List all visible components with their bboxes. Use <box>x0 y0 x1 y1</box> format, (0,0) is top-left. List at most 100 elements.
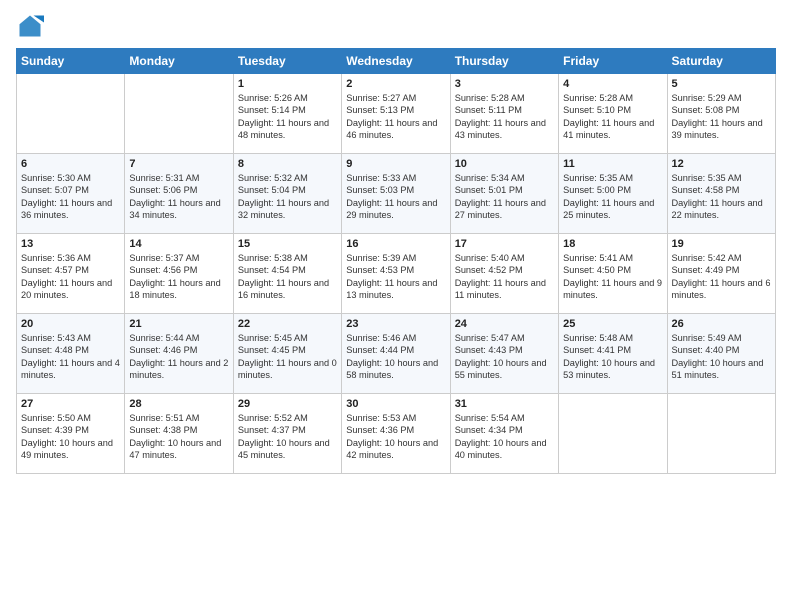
header <box>16 12 776 40</box>
day-header-friday: Friday <box>559 49 667 74</box>
day-number: 8 <box>238 158 337 170</box>
day-number: 5 <box>672 78 771 90</box>
day-info: Sunrise: 5:31 AM Sunset: 5:06 PM Dayligh… <box>129 172 228 222</box>
day-number: 10 <box>455 158 554 170</box>
calendar-cell: 30 Sunrise: 5:53 AM Sunset: 4:36 PM Dayli… <box>342 394 450 474</box>
day-number: 12 <box>672 158 771 170</box>
calendar-cell: 4 Sunrise: 5:28 AM Sunset: 5:10 PM Daylig… <box>559 74 667 154</box>
day-number: 3 <box>455 78 554 90</box>
calendar-cell: 14 Sunrise: 5:37 AM Sunset: 4:56 PM Dayli… <box>125 234 233 314</box>
day-number: 28 <box>129 398 228 410</box>
day-header-saturday: Saturday <box>667 49 775 74</box>
calendar-cell: 22 Sunrise: 5:45 AM Sunset: 4:45 PM Dayli… <box>233 314 341 394</box>
calendar-cell: 29Sunrise: 5:52 AM Sunset: 4:37 PM Dayli… <box>233 394 341 474</box>
calendar-cell: 2Sunrise: 5:27 AM Sunset: 5:13 PM Daylig… <box>342 74 450 154</box>
week-row-2: 6Sunrise: 5:30 AM Sunset: 5:07 PM Daylig… <box>17 154 776 234</box>
day-header-wednesday: Wednesday <box>342 49 450 74</box>
logo-icon <box>16 12 44 40</box>
day-info: Sunrise: 5:47 AM Sunset: 4:43 PM Dayligh… <box>455 332 554 382</box>
calendar-cell: 7 Sunrise: 5:31 AM Sunset: 5:06 PM Daylig… <box>125 154 233 234</box>
day-number: 17 <box>455 238 554 250</box>
day-number: 6 <box>21 158 120 170</box>
day-info: Sunrise: 5:48 AM Sunset: 4:41 PM Dayligh… <box>563 332 662 382</box>
day-info: Sunrise: 5:46 AM Sunset: 4:44 PM Dayligh… <box>346 332 445 382</box>
calendar-cell: 10 Sunrise: 5:34 AM Sunset: 5:01 PM Dayli… <box>450 154 558 234</box>
calendar-cell <box>125 74 233 154</box>
day-header-monday: Monday <box>125 49 233 74</box>
calendar-cell: 17 Sunrise: 5:40 AM Sunset: 4:52 PM Dayli… <box>450 234 558 314</box>
calendar-cell: 12 Sunrise: 5:35 AM Sunset: 4:58 PM Dayli… <box>667 154 775 234</box>
day-number: 23 <box>346 318 445 330</box>
day-number: 14 <box>129 238 228 250</box>
day-info: Sunrise: 5:51 AM Sunset: 4:38 PM Dayligh… <box>129 412 228 462</box>
page: SundayMondayTuesdayWednesdayThursdayFrid… <box>0 0 792 612</box>
calendar-cell <box>667 394 775 474</box>
day-info: Sunrise: 5:40 AM Sunset: 4:52 PM Dayligh… <box>455 252 554 302</box>
day-header-thursday: Thursday <box>450 49 558 74</box>
day-number: 27 <box>21 398 120 410</box>
header-row: SundayMondayTuesdayWednesdayThursdayFrid… <box>17 49 776 74</box>
calendar-cell: 26 Sunrise: 5:49 AM Sunset: 4:40 PM Dayli… <box>667 314 775 394</box>
week-row-5: 27 Sunrise: 5:50 AM Sunset: 4:39 PM Dayli… <box>17 394 776 474</box>
calendar-cell: 13Sunrise: 5:36 AM Sunset: 4:57 PM Dayli… <box>17 234 125 314</box>
day-number: 13 <box>21 238 120 250</box>
day-number: 19 <box>672 238 771 250</box>
calendar-cell: 27 Sunrise: 5:50 AM Sunset: 4:39 PM Dayli… <box>17 394 125 474</box>
day-info: Sunrise: 5:45 AM Sunset: 4:45 PM Dayligh… <box>238 332 337 382</box>
day-number: 29 <box>238 398 337 410</box>
day-info: Sunrise: 5:34 AM Sunset: 5:01 PM Dayligh… <box>455 172 554 222</box>
day-info: Sunrise: 5:35 AM Sunset: 4:58 PM Dayligh… <box>672 172 771 222</box>
calendar-cell: 25Sunrise: 5:48 AM Sunset: 4:41 PM Dayli… <box>559 314 667 394</box>
day-number: 9 <box>346 158 445 170</box>
day-info: Sunrise: 5:39 AM Sunset: 4:53 PM Dayligh… <box>346 252 445 302</box>
calendar-cell: 1Sunrise: 5:26 AM Sunset: 5:14 PM Daylig… <box>233 74 341 154</box>
day-number: 21 <box>129 318 228 330</box>
calendar-table: SundayMondayTuesdayWednesdayThursdayFrid… <box>16 48 776 474</box>
day-info: Sunrise: 5:28 AM Sunset: 5:10 PM Dayligh… <box>563 92 662 142</box>
day-info: Sunrise: 5:35 AM Sunset: 5:00 PM Dayligh… <box>563 172 662 222</box>
day-number: 24 <box>455 318 554 330</box>
calendar-cell: 18 Sunrise: 5:41 AM Sunset: 4:50 PM Dayli… <box>559 234 667 314</box>
day-number: 15 <box>238 238 337 250</box>
day-info: Sunrise: 5:53 AM Sunset: 4:36 PM Dayligh… <box>346 412 445 462</box>
week-row-1: 1Sunrise: 5:26 AM Sunset: 5:14 PM Daylig… <box>17 74 776 154</box>
calendar-cell: 3 Sunrise: 5:28 AM Sunset: 5:11 PM Daylig… <box>450 74 558 154</box>
day-number: 16 <box>346 238 445 250</box>
day-info: Sunrise: 5:44 AM Sunset: 4:46 PM Dayligh… <box>129 332 228 382</box>
day-number: 30 <box>346 398 445 410</box>
calendar-cell: 19 Sunrise: 5:42 AM Sunset: 4:49 PM Dayli… <box>667 234 775 314</box>
day-number: 2 <box>346 78 445 90</box>
calendar-cell: 16 Sunrise: 5:39 AM Sunset: 4:53 PM Dayli… <box>342 234 450 314</box>
day-header-tuesday: Tuesday <box>233 49 341 74</box>
week-row-3: 13Sunrise: 5:36 AM Sunset: 4:57 PM Dayli… <box>17 234 776 314</box>
day-info: Sunrise: 5:42 AM Sunset: 4:49 PM Dayligh… <box>672 252 771 302</box>
day-number: 26 <box>672 318 771 330</box>
calendar-cell: 21 Sunrise: 5:44 AM Sunset: 4:46 PM Dayli… <box>125 314 233 394</box>
day-info: Sunrise: 5:32 AM Sunset: 5:04 PM Dayligh… <box>238 172 337 222</box>
day-number: 7 <box>129 158 228 170</box>
calendar-cell: 20 Sunrise: 5:43 AM Sunset: 4:48 PM Dayli… <box>17 314 125 394</box>
day-number: 18 <box>563 238 662 250</box>
calendar-cell <box>559 394 667 474</box>
day-info: Sunrise: 5:28 AM Sunset: 5:11 PM Dayligh… <box>455 92 554 142</box>
calendar-cell: 9Sunrise: 5:33 AM Sunset: 5:03 PM Daylig… <box>342 154 450 234</box>
calendar-cell: 23 Sunrise: 5:46 AM Sunset: 4:44 PM Dayli… <box>342 314 450 394</box>
day-number: 22 <box>238 318 337 330</box>
day-number: 4 <box>563 78 662 90</box>
day-info: Sunrise: 5:49 AM Sunset: 4:40 PM Dayligh… <box>672 332 771 382</box>
calendar-cell: 15Sunrise: 5:38 AM Sunset: 4:54 PM Dayli… <box>233 234 341 314</box>
day-info: Sunrise: 5:37 AM Sunset: 4:56 PM Dayligh… <box>129 252 228 302</box>
calendar-cell: 11Sunrise: 5:35 AM Sunset: 5:00 PM Dayli… <box>559 154 667 234</box>
calendar-cell: 28 Sunrise: 5:51 AM Sunset: 4:38 PM Dayli… <box>125 394 233 474</box>
day-info: Sunrise: 5:41 AM Sunset: 4:50 PM Dayligh… <box>563 252 662 302</box>
calendar-cell: 31Sunrise: 5:54 AM Sunset: 4:34 PM Dayli… <box>450 394 558 474</box>
calendar-cell: 6Sunrise: 5:30 AM Sunset: 5:07 PM Daylig… <box>17 154 125 234</box>
calendar-cell: 5 Sunrise: 5:29 AM Sunset: 5:08 PM Daylig… <box>667 74 775 154</box>
day-info: Sunrise: 5:29 AM Sunset: 5:08 PM Dayligh… <box>672 92 771 142</box>
day-info: Sunrise: 5:43 AM Sunset: 4:48 PM Dayligh… <box>21 332 120 382</box>
day-header-sunday: Sunday <box>17 49 125 74</box>
day-info: Sunrise: 5:50 AM Sunset: 4:39 PM Dayligh… <box>21 412 120 462</box>
calendar-cell: 24 Sunrise: 5:47 AM Sunset: 4:43 PM Dayli… <box>450 314 558 394</box>
day-number: 20 <box>21 318 120 330</box>
week-row-4: 20 Sunrise: 5:43 AM Sunset: 4:48 PM Dayli… <box>17 314 776 394</box>
